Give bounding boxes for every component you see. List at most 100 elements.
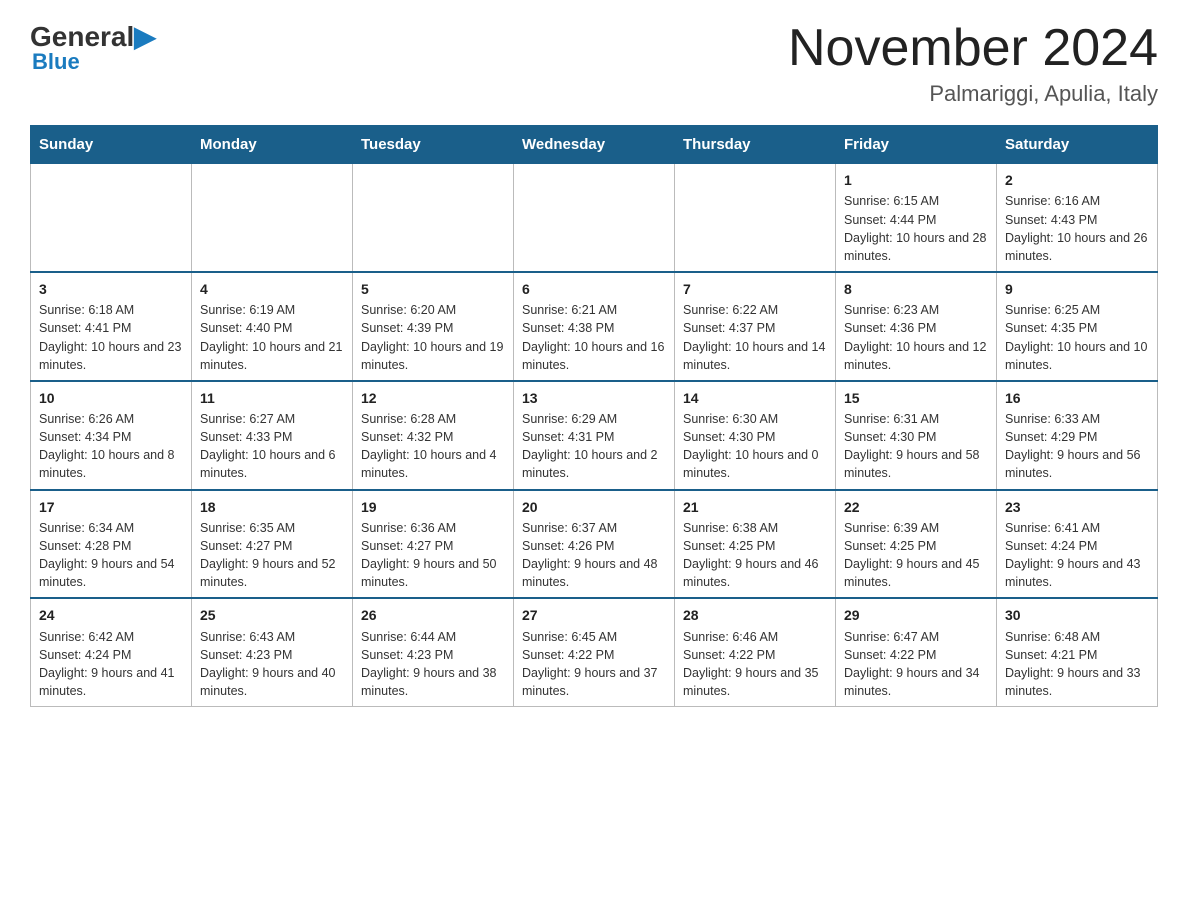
day-info: Sunrise: 6:26 AM bbox=[39, 410, 183, 428]
day-info: Sunrise: 6:22 AM bbox=[683, 301, 827, 319]
col-wednesday: Wednesday bbox=[514, 126, 675, 164]
col-saturday: Saturday bbox=[997, 126, 1158, 164]
day-info: Daylight: 9 hours and 40 minutes. bbox=[200, 664, 344, 700]
day-number: 17 bbox=[39, 497, 183, 517]
day-info: Sunset: 4:34 PM bbox=[39, 428, 183, 446]
day-number: 16 bbox=[1005, 388, 1149, 408]
logo-general-blue: ▶ bbox=[134, 20, 156, 53]
day-info: Sunset: 4:24 PM bbox=[39, 646, 183, 664]
col-thursday: Thursday bbox=[675, 126, 836, 164]
day-info: Sunrise: 6:29 AM bbox=[522, 410, 666, 428]
day-info: Sunrise: 6:38 AM bbox=[683, 519, 827, 537]
table-row bbox=[353, 164, 514, 272]
table-row bbox=[192, 164, 353, 272]
day-info: Sunset: 4:40 PM bbox=[200, 319, 344, 337]
day-info: Sunset: 4:44 PM bbox=[844, 211, 988, 229]
day-info: Sunset: 4:38 PM bbox=[522, 319, 666, 337]
day-info: Sunset: 4:35 PM bbox=[1005, 319, 1149, 337]
day-info: Daylight: 10 hours and 12 minutes. bbox=[844, 338, 988, 374]
day-info: Daylight: 10 hours and 23 minutes. bbox=[39, 338, 183, 374]
day-number: 14 bbox=[683, 388, 827, 408]
table-row: 27Sunrise: 6:45 AMSunset: 4:22 PMDayligh… bbox=[514, 598, 675, 706]
day-info: Sunrise: 6:28 AM bbox=[361, 410, 505, 428]
logo-general: General bbox=[30, 21, 134, 53]
day-number: 28 bbox=[683, 605, 827, 625]
day-info: Sunrise: 6:16 AM bbox=[1005, 192, 1149, 210]
day-info: Sunset: 4:41 PM bbox=[39, 319, 183, 337]
day-number: 20 bbox=[522, 497, 666, 517]
day-info: Sunset: 4:22 PM bbox=[522, 646, 666, 664]
col-tuesday: Tuesday bbox=[353, 126, 514, 164]
table-row: 6Sunrise: 6:21 AMSunset: 4:38 PMDaylight… bbox=[514, 272, 675, 381]
day-info: Daylight: 9 hours and 54 minutes. bbox=[39, 555, 183, 591]
col-sunday: Sunday bbox=[31, 126, 192, 164]
day-number: 1 bbox=[844, 170, 988, 190]
day-number: 22 bbox=[844, 497, 988, 517]
day-number: 18 bbox=[200, 497, 344, 517]
day-info: Sunset: 4:22 PM bbox=[683, 646, 827, 664]
day-number: 9 bbox=[1005, 279, 1149, 299]
day-number: 3 bbox=[39, 279, 183, 299]
day-info: Daylight: 10 hours and 0 minutes. bbox=[683, 446, 827, 482]
day-info: Sunset: 4:25 PM bbox=[683, 537, 827, 555]
day-info: Sunset: 4:30 PM bbox=[683, 428, 827, 446]
day-info: Daylight: 9 hours and 52 minutes. bbox=[200, 555, 344, 591]
day-info: Sunrise: 6:19 AM bbox=[200, 301, 344, 319]
day-info: Daylight: 10 hours and 8 minutes. bbox=[39, 446, 183, 482]
day-info: Daylight: 10 hours and 10 minutes. bbox=[1005, 338, 1149, 374]
day-info: Daylight: 10 hours and 26 minutes. bbox=[1005, 229, 1149, 265]
day-info: Sunset: 4:21 PM bbox=[1005, 646, 1149, 664]
day-info: Sunrise: 6:23 AM bbox=[844, 301, 988, 319]
day-info: Sunrise: 6:43 AM bbox=[200, 628, 344, 646]
day-info: Sunset: 4:22 PM bbox=[844, 646, 988, 664]
table-row: 14Sunrise: 6:30 AMSunset: 4:30 PMDayligh… bbox=[675, 381, 836, 490]
table-row: 11Sunrise: 6:27 AMSunset: 4:33 PMDayligh… bbox=[192, 381, 353, 490]
day-info: Sunrise: 6:48 AM bbox=[1005, 628, 1149, 646]
day-info: Daylight: 9 hours and 46 minutes. bbox=[683, 555, 827, 591]
day-number: 15 bbox=[844, 388, 988, 408]
table-row: 29Sunrise: 6:47 AMSunset: 4:22 PMDayligh… bbox=[836, 598, 997, 706]
day-number: 29 bbox=[844, 605, 988, 625]
day-info: Sunrise: 6:36 AM bbox=[361, 519, 505, 537]
day-info: Daylight: 9 hours and 33 minutes. bbox=[1005, 664, 1149, 700]
day-info: Daylight: 9 hours and 48 minutes. bbox=[522, 555, 666, 591]
calendar-week-row: 17Sunrise: 6:34 AMSunset: 4:28 PMDayligh… bbox=[31, 490, 1158, 599]
day-number: 26 bbox=[361, 605, 505, 625]
table-row: 22Sunrise: 6:39 AMSunset: 4:25 PMDayligh… bbox=[836, 490, 997, 599]
table-row: 9Sunrise: 6:25 AMSunset: 4:35 PMDaylight… bbox=[997, 272, 1158, 381]
day-info: Sunset: 4:27 PM bbox=[361, 537, 505, 555]
day-info: Daylight: 10 hours and 6 minutes. bbox=[200, 446, 344, 482]
calendar-week-row: 3Sunrise: 6:18 AMSunset: 4:41 PMDaylight… bbox=[31, 272, 1158, 381]
day-info: Sunset: 4:28 PM bbox=[39, 537, 183, 555]
day-info: Daylight: 10 hours and 14 minutes. bbox=[683, 338, 827, 374]
day-info: Sunset: 4:37 PM bbox=[683, 319, 827, 337]
day-number: 8 bbox=[844, 279, 988, 299]
table-row: 10 Sunrise: 6:26 AMSunset: 4:34 PMDayligh… bbox=[31, 381, 192, 490]
table-row: 15Sunrise: 6:31 AMSunset: 4:30 PMDayligh… bbox=[836, 381, 997, 490]
table-row: 3Sunrise: 6:18 AMSunset: 4:41 PMDaylight… bbox=[31, 272, 192, 381]
table-row bbox=[675, 164, 836, 272]
day-info: Daylight: 9 hours and 38 minutes. bbox=[361, 664, 505, 700]
day-info: Sunrise: 6:47 AM bbox=[844, 628, 988, 646]
day-info: Sunrise: 6:37 AM bbox=[522, 519, 666, 537]
day-info: Sunset: 4:36 PM bbox=[844, 319, 988, 337]
table-row: 28Sunrise: 6:46 AMSunset: 4:22 PMDayligh… bbox=[675, 598, 836, 706]
day-number: 10 bbox=[39, 388, 183, 408]
day-info: Sunrise: 6:15 AM bbox=[844, 192, 988, 210]
day-number: 19 bbox=[361, 497, 505, 517]
day-info: Sunset: 4:23 PM bbox=[200, 646, 344, 664]
day-info: Sunrise: 6:31 AM bbox=[844, 410, 988, 428]
day-info: Daylight: 9 hours and 43 minutes. bbox=[1005, 555, 1149, 591]
table-row: 7 Sunrise: 6:22 AMSunset: 4:37 PMDaylight… bbox=[675, 272, 836, 381]
day-info: Sunrise: 6:42 AM bbox=[39, 628, 183, 646]
day-info: Sunset: 4:32 PM bbox=[361, 428, 505, 446]
day-number: 7 bbox=[683, 279, 827, 299]
day-info: Sunset: 4:23 PM bbox=[361, 646, 505, 664]
table-row: 17 Sunrise: 6:34 AMSunset: 4:28 PMDayligh… bbox=[31, 490, 192, 599]
day-number: 21 bbox=[683, 497, 827, 517]
table-row: 4Sunrise: 6:19 AMSunset: 4:40 PMDaylight… bbox=[192, 272, 353, 381]
col-friday: Friday bbox=[836, 126, 997, 164]
day-info: Sunrise: 6:34 AM bbox=[39, 519, 183, 537]
table-row bbox=[514, 164, 675, 272]
table-row: 8 Sunrise: 6:23 AMSunset: 4:36 PMDaylight… bbox=[836, 272, 997, 381]
